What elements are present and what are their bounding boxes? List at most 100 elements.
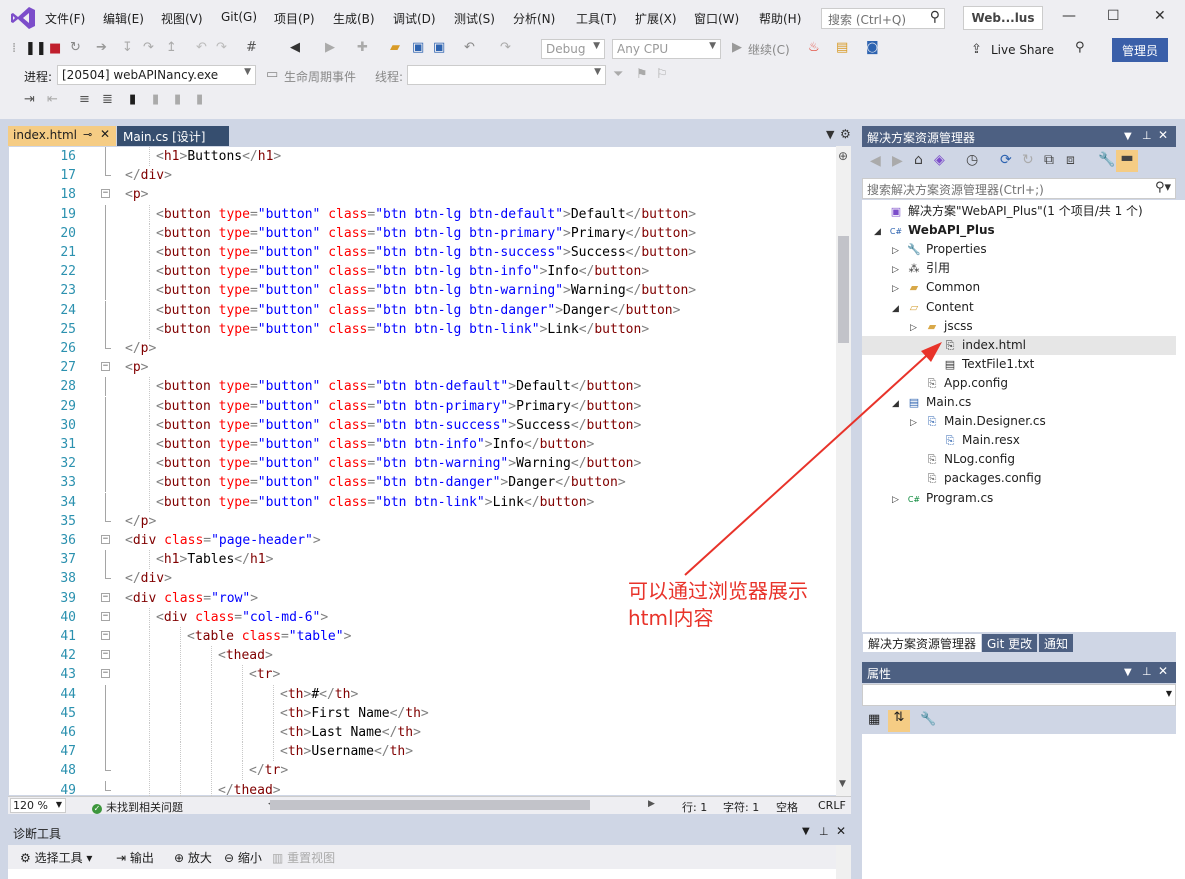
home-icon[interactable]: ⌂ (914, 152, 923, 168)
close-panel-icon[interactable]: ✕ (1158, 664, 1168, 678)
visual-studio-logo-icon[interactable] (10, 6, 36, 30)
menu-analyze[interactable]: 分析(N) (513, 10, 555, 27)
screenshot-icon[interactable]: ◙ (866, 40, 879, 55)
redo-icon[interactable]: ↷ (500, 40, 511, 55)
code-line[interactable]: 17 </div> (8, 166, 834, 185)
fold-toggle-icon[interactable]: − (101, 650, 110, 660)
zoom-combo[interactable]: 120 % ▼ (10, 798, 66, 813)
fold-toggle-icon[interactable]: − (101, 669, 110, 679)
panel-menu-icon[interactable]: ▼ (1124, 131, 1132, 142)
code-line[interactable]: 27 − <p> (8, 358, 834, 377)
hex-display-icon[interactable]: # (246, 40, 257, 55)
redo-disabled-icon[interactable]: ↷ (216, 40, 227, 55)
continue-button[interactable]: 继续(C) (748, 41, 790, 58)
save-all-icon[interactable]: ▣ (433, 40, 445, 55)
menu-project[interactable]: 项目(P) (274, 10, 315, 27)
pending-changes-icon[interactable]: ◷ (966, 152, 978, 168)
panel-menu-icon[interactable]: ▼ (1124, 667, 1132, 678)
prev-bookmark-icon[interactable]: ▮ (152, 92, 159, 107)
tree-item[interactable]: ▷ ▰ jscss (910, 317, 973, 336)
preview-selected-icon[interactable]: ▬ (1116, 150, 1138, 172)
col-indicator[interactable]: 字符: 1 (723, 799, 759, 815)
uncomment-icon[interactable]: ≣ (102, 92, 113, 107)
menu-tools[interactable]: 工具(T) (576, 10, 617, 27)
split-icon[interactable]: ⊕ (838, 149, 848, 163)
code-line[interactable]: 22 <button type="button" class="btn btn-l… (8, 262, 834, 282)
pause-icon[interactable]: ❚❚ (25, 41, 47, 56)
settings-gear-icon[interactable]: ⚙ (840, 127, 851, 141)
stop-icon[interactable]: ■ (49, 41, 61, 56)
code-line[interactable]: 43 − <tr> (8, 665, 834, 685)
solution-name-badge[interactable]: Web...lus (963, 6, 1043, 30)
filter-icon[interactable]: ⏷ (613, 67, 623, 82)
live-share-icon[interactable]: ⇪ (971, 42, 982, 57)
menu-view[interactable]: 视图(V) (161, 10, 203, 27)
code-line[interactable]: 44 <th>#</th> (8, 684, 834, 704)
open-folder-icon[interactable]: ▰ (390, 40, 400, 55)
code-line[interactable]: 21 <button type="button" class="btn btn-l… (8, 243, 834, 262)
code-line[interactable]: 48 </tr> (8, 761, 834, 781)
tree-item[interactable]: ▷ C# Program.cs (892, 489, 993, 508)
lifecycle-events-button[interactable]: 生命周期事件 (284, 68, 356, 85)
back-icon[interactable]: ◀ (870, 153, 881, 169)
next-bookmark-icon[interactable]: ▮ (174, 92, 181, 107)
tab-notifications[interactable]: 通知 (1039, 634, 1074, 652)
expand-chevron-icon[interactable]: ◢ (874, 223, 888, 242)
menu-extensions[interactable]: 扩展(X) (635, 10, 677, 27)
code-line[interactable]: 31 <button type="button" class="btn btn-i… (8, 435, 834, 454)
code-line[interactable]: 37 <h1>Tables</h1> (8, 550, 834, 570)
categorized-icon[interactable]: ▦ (868, 712, 880, 727)
navigate-back-icon[interactable]: ◀ (290, 40, 300, 55)
maximize-icon[interactable]: ☐ (1107, 8, 1120, 24)
fold-toggle-icon[interactable]: − (101, 189, 110, 199)
close-window-icon[interactable]: ✕ (1154, 8, 1166, 24)
fold-toggle-icon[interactable]: − (101, 535, 110, 544)
new-item-icon[interactable]: ✚ (357, 40, 368, 55)
tree-item[interactable]: ⎘ packages.config (910, 469, 1042, 488)
thread-combo[interactable]: ▼ (407, 65, 606, 85)
alphabetical-icon[interactable]: ⇅ (888, 710, 910, 732)
spaces-indicator[interactable]: 空格 (776, 799, 798, 815)
close-panel-icon[interactable]: ✕ (836, 824, 846, 838)
properties-object-combo[interactable]: ▼ (862, 684, 1176, 706)
tree-item[interactable]: ◢ ▤ Main.cs (892, 393, 971, 412)
code-line[interactable]: 24 <button type="button" class="btn btn-l… (8, 300, 834, 320)
process-combo[interactable]: [20504] webAPINancy.exe ▼ (57, 65, 256, 85)
tab-git-changes[interactable]: Git 更改 (982, 634, 1038, 652)
panel-menu-icon[interactable]: ▼ (802, 826, 810, 837)
row-indicator[interactable]: 行: 1 (682, 799, 707, 815)
tree-item[interactable]: ◢ C# WebAPI_Plus (874, 221, 995, 240)
clear-bookmarks-icon[interactable]: ▮ (196, 92, 203, 107)
code-line[interactable]: 20 <button type="button" class="btn btn-l… (8, 223, 834, 243)
indent-icon[interactable]: ⇥ (24, 92, 35, 107)
code-line[interactable]: 36 − <div class="page-header"> (8, 531, 834, 550)
solution-tree[interactable]: ▣ 解决方案"WebAPI_Plus"(1 个项目/共 1 个) ◢ C# WebAPI… (862, 200, 1176, 632)
pin-icon[interactable]: ⊥ (1142, 665, 1152, 678)
expand-chevron-icon[interactable]: ▷ (892, 491, 906, 510)
bookmark-icon[interactable]: ▮ (129, 92, 136, 107)
tree-item[interactable]: ▣ 解决方案"WebAPI_Plus"(1 个项目/共 1 个) (874, 202, 1143, 221)
switch-views-icon[interactable]: ◈ (934, 152, 945, 168)
reset-view-button[interactable]: ▥ 重置视图 (272, 849, 335, 866)
zoom-out-button[interactable]: ⊖ 缩小 (224, 849, 262, 866)
code-line[interactable]: 49 </thead> (8, 780, 834, 796)
menu-help[interactable]: 帮助(H) (759, 10, 801, 27)
menu-git[interactable]: Git(G) (221, 10, 257, 24)
expand-chevron-icon[interactable]: ◢ (892, 300, 906, 319)
diagnostics-scrollbar[interactable] (836, 845, 851, 879)
vertical-scroll-thumb[interactable] (838, 236, 849, 343)
expand-chevron-icon[interactable]: ▷ (910, 414, 924, 433)
code-line[interactable]: 19 <button type="button" class="btn btn-l… (8, 204, 834, 224)
continue-play-icon[interactable]: ▶ (732, 40, 742, 55)
scroll-down-icon[interactable]: ▼ (839, 779, 846, 789)
scroll-right-icon[interactable]: ▶ (648, 799, 655, 809)
feedback-icon[interactable]: ⚲ (1075, 40, 1085, 55)
pin-icon[interactable]: ⊸ (83, 128, 92, 141)
tree-item[interactable]: ▷ ▰ Common (892, 278, 980, 297)
tree-item[interactable]: ▷ ⎘ Main.Designer.cs (910, 412, 1046, 431)
expand-chevron-icon[interactable]: ◢ (892, 395, 906, 414)
global-search-input[interactable]: 搜索 (Ctrl+Q) ⚲ (821, 8, 945, 29)
tree-item[interactable]: ⎘ App.config (910, 374, 1008, 393)
menu-edit[interactable]: 编辑(E) (103, 10, 144, 27)
forward-icon[interactable]: ▶ (892, 153, 903, 169)
